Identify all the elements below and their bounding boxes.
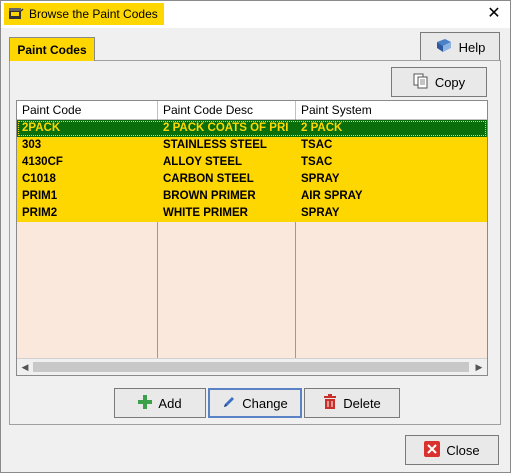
trash-icon [323,394,337,412]
cell-paint-code-desc: ALLOY STEEL [163,156,243,168]
cell-paint-code: PRIM2 [22,207,58,219]
window-close-icon[interactable]: ✕ [484,4,504,24]
cell-paint-code-desc: STAINLESS STEEL [163,139,267,151]
copy-button[interactable]: Copy [391,67,487,97]
cell-paint-code-desc: CARBON STEEL [163,173,254,185]
cell-paint-system: 2 PACK [301,122,343,134]
cell-paint-system: SPRAY [301,207,340,219]
browse-paint-codes-window: Browse the Paint Codes ✕ Paint Codes Hel… [0,0,511,473]
cell-paint-system: TSAC [301,156,333,168]
scroll-right-icon[interactable]: ▶ [472,361,486,373]
title-chip: Browse the Paint Codes [4,3,164,25]
scrollbar-thumb[interactable] [33,362,469,372]
cell-paint-code: 2PACK [22,122,61,134]
delete-label: Delete [343,395,381,411]
cell-paint-code-desc: BROWN PRIMER [163,190,256,202]
change-button[interactable]: Change [208,388,302,418]
tab-paint-codes[interactable]: Paint Codes [9,37,95,61]
pencil-icon [222,395,236,412]
grid-header: Paint Code Paint Code Desc Paint System [17,101,487,120]
cell-paint-system: AIR SPRAY [301,190,363,202]
cell-paint-system: TSAC [301,139,333,151]
scroll-left-icon[interactable]: ◀ [18,361,32,373]
add-label: Add [158,395,182,411]
paint-codes-grid[interactable]: Paint Code Paint Code Desc Paint System … [16,100,488,376]
grid-rows: 2PACK 2 PACK COATS OF PRI 2 PACK 303 STA… [17,120,487,222]
table-row[interactable]: C1018 CARBON STEEL SPRAY [17,171,487,188]
close-button[interactable]: Close [405,435,499,465]
table-row[interactable]: PRIM1 BROWN PRIMER AIR SPRAY [17,188,487,205]
help-button[interactable]: Help [420,32,500,62]
cell-paint-code: 4130CF [22,156,63,168]
delete-button[interactable]: Delete [304,388,400,418]
add-button[interactable]: Add [114,388,206,418]
table-row[interactable]: 303 STAINLESS STEEL TSAC [17,137,487,154]
paint-can-icon [8,6,24,23]
table-row[interactable]: 4130CF ALLOY STEEL TSAC [17,154,487,171]
cell-paint-code: PRIM1 [22,190,58,202]
column-header-paint-code-desc[interactable]: Paint Code Desc [158,101,296,119]
column-header-paint-system[interactable]: Paint System [296,101,487,119]
help-label: Help [458,39,486,55]
cell-paint-code: C1018 [22,173,56,185]
cell-paint-code: 303 [22,139,42,151]
column-header-paint-code[interactable]: Paint Code [17,101,158,119]
copy-label: Copy [434,74,466,90]
plus-icon [138,394,153,412]
close-label: Close [446,442,480,458]
table-row[interactable]: 2PACK 2 PACK COATS OF PRI 2 PACK [17,120,487,137]
window-title: Browse the Paint Codes [29,7,158,21]
book-icon [435,38,453,57]
cell-paint-code-desc: 2 PACK COATS OF PRI [163,122,289,134]
cell-paint-code-desc: WHITE PRIMER [163,207,248,219]
copy-icon [413,73,429,92]
horizontal-scrollbar[interactable]: ◀ ▶ [17,358,487,375]
red-x-icon [424,440,441,460]
cell-paint-system: SPRAY [301,173,340,185]
table-row[interactable]: PRIM2 WHITE PRIMER SPRAY [17,205,487,222]
change-label: Change [242,395,288,411]
title-bar: Browse the Paint Codes ✕ [1,1,510,28]
